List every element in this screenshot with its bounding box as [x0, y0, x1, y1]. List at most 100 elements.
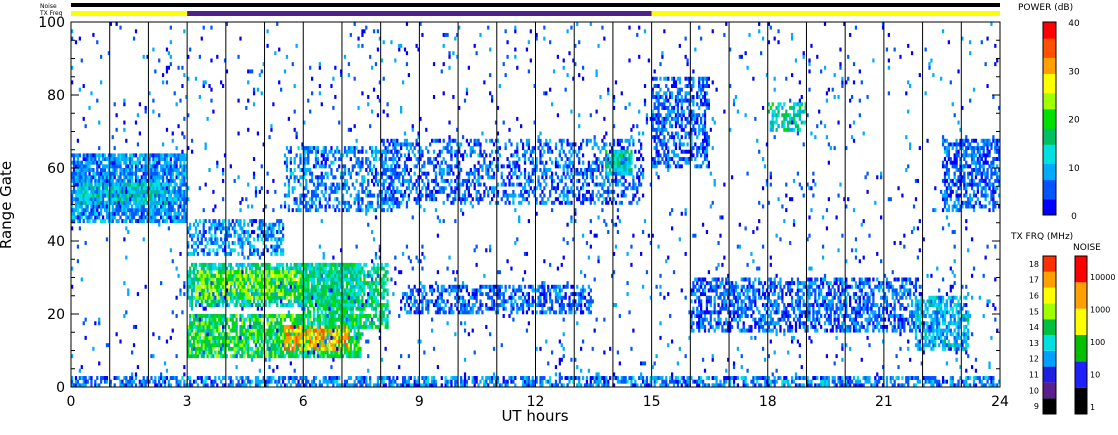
echo-cell — [249, 273, 252, 278]
echo-cell — [394, 171, 397, 176]
echo-cell — [183, 175, 186, 180]
echo-cell — [504, 193, 507, 198]
echo-cell — [142, 178, 145, 183]
echo-cell — [221, 328, 225, 333]
echo-cell — [103, 168, 107, 172]
echo-cell — [429, 189, 432, 194]
echo-cell — [254, 346, 258, 351]
echo-cell — [129, 175, 132, 180]
echo-cell — [295, 266, 298, 271]
echo-cell — [260, 270, 263, 275]
echo-cell — [216, 284, 219, 289]
echo-cell — [291, 314, 294, 318]
echo-cell — [322, 317, 325, 322]
echo-cell — [125, 182, 128, 187]
echo-cell — [163, 186, 167, 191]
echo-cell — [239, 273, 242, 278]
echo-cell — [312, 317, 316, 322]
echo-cell — [310, 343, 314, 348]
echo-cell — [101, 219, 105, 224]
echo-cell — [266, 295, 269, 300]
echo-cell — [452, 197, 455, 202]
echo-cell — [247, 288, 250, 293]
echo-cell — [160, 168, 163, 172]
echo-cell — [123, 197, 126, 202]
echo-cell — [241, 284, 244, 289]
echo-cell — [241, 295, 244, 300]
echo-cell — [299, 350, 302, 355]
echo-cell — [483, 189, 486, 194]
echo-cell — [194, 230, 198, 234]
echo-cell — [374, 295, 378, 300]
echo-cell — [343, 178, 347, 183]
echo-cell — [438, 168, 441, 172]
echo-cell — [403, 138, 407, 143]
echo-cell — [237, 251, 240, 256]
echo-cell — [154, 200, 157, 205]
echo-cell — [293, 350, 296, 355]
echo-cell — [231, 295, 234, 300]
echo-cell — [469, 193, 472, 198]
echo-cell — [309, 277, 312, 282]
echo-cell — [154, 157, 157, 161]
echo-cell — [291, 335, 294, 340]
echo-cell — [309, 266, 312, 271]
echo-cell — [202, 273, 205, 278]
echo-cell — [88, 200, 91, 205]
echo-cell — [241, 262, 244, 267]
echo-cell — [200, 354, 203, 359]
echo-cell — [78, 197, 81, 202]
echo-cell — [72, 178, 76, 183]
echo-cell — [171, 200, 174, 205]
echo-cell — [113, 211, 116, 216]
echo-cell — [98, 215, 101, 220]
echo-cell — [281, 251, 285, 256]
echo-cell — [177, 157, 180, 161]
echo-cell — [96, 164, 99, 169]
echo-cell — [274, 288, 277, 293]
echo-cell — [212, 328, 215, 333]
echo-cell — [357, 306, 360, 311]
echo-cell — [421, 178, 424, 183]
echo-cell — [396, 171, 399, 176]
echo-cell — [276, 346, 279, 351]
echo-cell — [475, 142, 478, 147]
echo-cell — [361, 310, 364, 315]
echo-cell — [204, 328, 207, 333]
echo-cell — [179, 204, 182, 209]
echo-cell — [125, 164, 128, 169]
echo-cell — [84, 157, 87, 161]
echo-cell — [421, 149, 424, 154]
echo-cell — [287, 299, 291, 304]
echo-cell — [355, 321, 358, 326]
echo-cell — [165, 200, 169, 205]
echo-cell — [247, 281, 250, 286]
echo-cell — [208, 346, 211, 351]
echo-cell — [338, 324, 341, 329]
echo-cell — [245, 292, 248, 297]
echo-cell — [324, 303, 327, 307]
echo-cell — [208, 248, 211, 253]
echo-cell — [278, 288, 281, 293]
echo-cell — [123, 193, 126, 198]
echo-cell — [221, 248, 225, 253]
echo-cell — [100, 211, 103, 216]
echo-cell — [115, 193, 118, 198]
echo-cell — [430, 160, 434, 165]
echo-cell — [233, 292, 236, 297]
echo-cell — [330, 168, 333, 172]
echo-cell — [289, 266, 292, 271]
echo-cell — [194, 332, 198, 337]
echo-cell — [349, 303, 352, 307]
echo-cell — [320, 310, 323, 315]
echo-cell — [237, 277, 240, 282]
echo-cell — [202, 219, 205, 224]
echo-cell — [463, 149, 467, 154]
echo-cell — [78, 211, 81, 216]
echo-cell — [463, 193, 467, 198]
echo-cell — [134, 197, 138, 202]
echo-cell — [299, 324, 302, 329]
echo-cell — [278, 350, 281, 355]
echo-cell — [88, 157, 91, 161]
echo-cell — [299, 317, 302, 322]
